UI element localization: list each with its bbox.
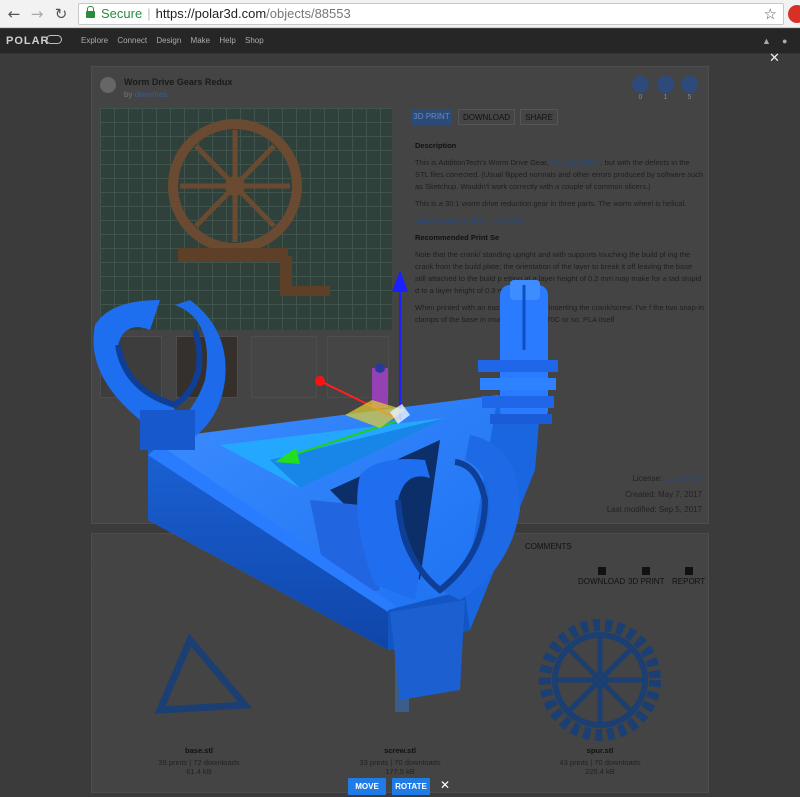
move-button[interactable]: MOVE [348,778,386,795]
y-axis-arrow-icon [392,270,408,292]
screw-head [478,280,558,424]
close-controls-icon[interactable]: ✕ [440,778,450,792]
x-axis-handle-icon [315,376,325,386]
rotate-button[interactable]: ROTATE [392,778,430,795]
3d-model-viewport[interactable] [0,0,800,797]
